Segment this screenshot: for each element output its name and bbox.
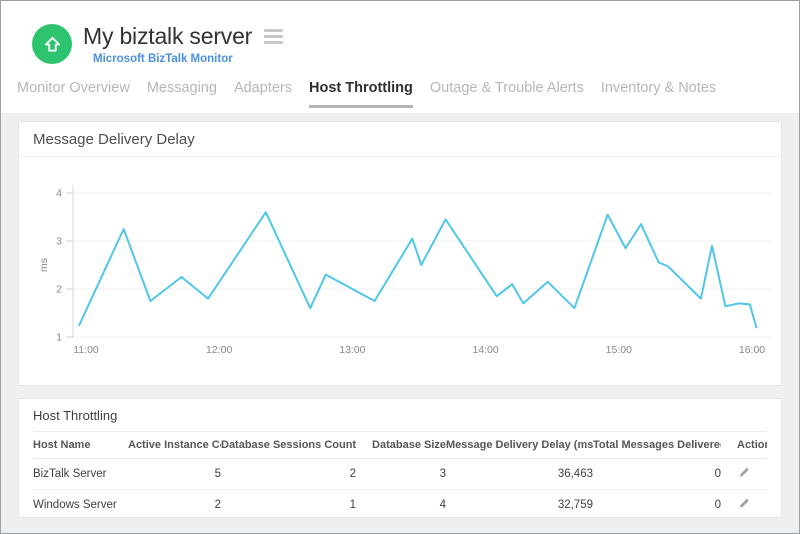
monitor-type-link[interactable]: Microsoft BizTalk Monitor xyxy=(93,53,233,65)
svg-text:1: 1 xyxy=(56,332,62,344)
table-row: Windows Server 2 1 4 32,759 0 xyxy=(33,490,767,519)
svg-text:13:00: 13:00 xyxy=(339,344,365,356)
edit-button[interactable] xyxy=(737,497,750,510)
tab-messaging[interactable]: Messaging xyxy=(147,80,217,108)
cell-total-messages-delivered: 0 xyxy=(593,490,721,519)
col-total-messages-delivered: Total Messages Delivered xyxy=(593,432,721,459)
hamburger-menu-icon[interactable] xyxy=(262,27,285,46)
cell-database-size: 4 xyxy=(356,490,446,519)
biztalk-monitor-window: My biztalk server Microsoft BizTalk Moni… xyxy=(0,0,800,534)
cell-host-name: BizTalk Server xyxy=(33,459,128,490)
up-arrow-icon xyxy=(43,35,62,54)
message-delivery-delay-chart: 1 2 3 4 ms 11:00 12:00 13:00 14:00 15:00 16:00 xyxy=(19,157,781,385)
top-bar: My biztalk server Microsoft BizTalk Moni… xyxy=(1,1,799,80)
cell-database-sessions-count: 2 xyxy=(221,459,356,490)
col-database-size: Database Size xyxy=(356,432,446,459)
chart-title: Message Delivery Delay xyxy=(19,122,781,157)
svg-text:4: 4 xyxy=(56,188,62,200)
col-host-name: Host Name xyxy=(33,432,128,459)
cell-message-delivery-delay: 36,463 xyxy=(446,459,593,490)
message-delivery-delay-card: Message Delivery Delay 1234ms11:0012:001… xyxy=(18,121,782,386)
host-throttling-table: Host Name Active Instance Count Database… xyxy=(33,431,767,518)
tab-adapters[interactable]: Adapters xyxy=(234,80,292,108)
server-status-indicator xyxy=(32,24,72,64)
tab-inventory-notes[interactable]: Inventory & Notes xyxy=(601,80,716,108)
content-area: Message Delivery Delay 1234ms11:0012:001… xyxy=(1,113,799,533)
pencil-icon xyxy=(737,497,750,510)
svg-text:11:00: 11:00 xyxy=(73,344,99,356)
pencil-icon xyxy=(737,466,750,479)
svg-text:16:00: 16:00 xyxy=(739,344,765,356)
tab-host-throttling[interactable]: Host Throttling xyxy=(309,80,413,108)
title-block: My biztalk server Microsoft BizTalk Moni… xyxy=(83,23,285,67)
cell-active-instance-count: 2 xyxy=(128,490,221,519)
table-row: BizTalk Server 5 2 3 36,463 0 xyxy=(33,459,767,490)
col-message-delivery-delay: Message Delivery Delay (ms) xyxy=(446,432,593,459)
cell-active-instance-count: 5 xyxy=(128,459,221,490)
svg-text:12:00: 12:00 xyxy=(206,344,232,356)
cell-message-delivery-delay: 32,759 xyxy=(446,490,593,519)
tab-outage-trouble-alerts[interactable]: Outage & Trouble Alerts xyxy=(430,80,584,108)
page-title: My biztalk server xyxy=(83,23,252,49)
tab-bar: Monitor Overview Messaging Adapters Host… xyxy=(1,80,799,108)
cell-total-messages-delivered: 0 xyxy=(593,459,721,490)
tab-monitor-overview[interactable]: Monitor Overview xyxy=(17,80,130,108)
col-database-sessions-count: Database Sessions Count xyxy=(221,432,356,459)
cell-host-name: Windows Server xyxy=(33,490,128,519)
svg-text:3: 3 xyxy=(56,236,62,248)
col-action: Action xyxy=(721,432,767,459)
cell-database-sessions-count: 1 xyxy=(221,490,356,519)
svg-text:ms: ms xyxy=(38,258,50,272)
cell-database-size: 3 xyxy=(356,459,446,490)
col-active-instance-count: Active Instance Count xyxy=(128,432,221,459)
svg-text:14:00: 14:00 xyxy=(472,344,498,356)
host-throttling-card: Host Throttling Host Name Active Instanc… xyxy=(18,398,782,518)
line-chart-svg: 1 2 3 4 ms 11:00 12:00 13:00 14:00 15:00 16:00 xyxy=(19,157,781,385)
table-title: Host Throttling xyxy=(33,399,767,431)
svg-text:2: 2 xyxy=(56,284,62,296)
table-header-row: Host Name Active Instance Count Database… xyxy=(33,432,767,459)
edit-button[interactable] xyxy=(737,466,750,479)
svg-text:15:00: 15:00 xyxy=(606,344,632,356)
